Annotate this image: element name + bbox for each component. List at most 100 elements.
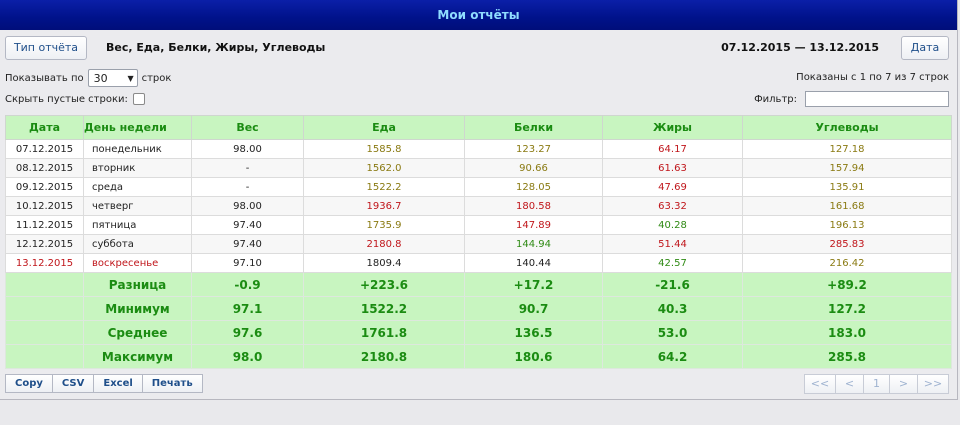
first-page-button[interactable]: << [804,374,836,394]
cell-food: 1936.7 [303,196,465,216]
summary-protein: +17.2 [464,272,603,297]
summary-label: Максимум [83,344,192,369]
cell-date: 11.12.2015 [5,215,84,235]
cell-weekday: четверг [83,196,192,216]
cell-food: 1585.8 [303,139,465,159]
report-type-button[interactable]: Тип отчёта [5,36,87,60]
cell-food: 1735.9 [303,215,465,235]
cell-weight: 97.10 [191,253,304,273]
cell-weight: 98.00 [191,196,304,216]
cell-carbs: 196.13 [742,215,952,235]
cell-carbs: 285.83 [742,234,952,254]
date-button[interactable]: Дата [901,36,949,60]
report-toolbar: Тип отчёта Вес, Еда, Белки, Жиры, Углево… [5,36,949,60]
filter-label: Фильтр: [754,93,797,105]
summary-row: Разница -0.9 +223.6 +17.2 -21.6 +89.2 [5,272,952,297]
excel-button[interactable]: Excel [93,374,143,393]
summary-carbs: 183.0 [742,320,952,345]
cell-weekday: пятница [83,215,192,235]
summary-label: Разница [83,272,192,297]
table-row[interactable]: 13.12.2015 воскресенье 97.10 1809.4 140.… [5,253,952,273]
summary-food: 1522.2 [303,296,465,321]
summary-label: Минимум [83,296,192,321]
hide-empty-label: Скрыть пустые строки: [5,93,128,105]
table-row[interactable]: 08.12.2015 вторник - 1562.0 90.66 61.63 … [5,158,952,178]
cell-food: 2180.8 [303,234,465,254]
cell-fat: 47.69 [602,177,743,197]
cell-carbs: 127.18 [742,139,952,159]
summary-spacer [5,320,84,345]
cell-carbs: 161.68 [742,196,952,216]
rows-summary: Показаны с 1 по 7 из 7 строк [796,72,949,83]
header-weight[interactable]: Вес [191,115,304,140]
summary-protein: 90.7 [464,296,603,321]
cell-weight: - [191,158,304,178]
rows-per-page-select[interactable]: 30 ▼ [87,69,138,87]
table-row[interactable]: 10.12.2015 четверг 98.00 1936.7 180.58 6… [5,196,952,216]
copy-button[interactable]: Copy [5,374,53,393]
print-button[interactable]: Печать [141,374,203,393]
filter-input[interactable] [805,91,949,107]
summary-protein: 180.6 [464,344,603,369]
table-length-controls: Показывать по 30 ▼ строк Скрыть пустые с… [5,69,171,106]
rows-per-page-value: 30 [93,71,108,85]
header-date[interactable]: Дата [5,115,84,140]
cell-date: 12.12.2015 [5,234,84,254]
next-page-button[interactable]: > [889,374,918,394]
cell-carbs: 216.42 [742,253,952,273]
cell-fat: 63.32 [602,196,743,216]
summary-spacer [5,344,84,369]
table-row[interactable]: 11.12.2015 пятница 97.40 1735.9 147.89 4… [5,215,952,235]
summary-fat: 64.2 [602,344,743,369]
summary-weight: -0.9 [191,272,304,297]
summary-weight: 98.0 [191,344,304,369]
header-food[interactable]: Еда [303,115,465,140]
cell-food: 1809.4 [303,253,465,273]
cell-protein: 90.66 [464,158,603,178]
header-carbs[interactable]: Углеводы [742,115,952,140]
date-range: 07.12.2015 — 13.12.2015 [721,41,879,54]
cell-date: 08.12.2015 [5,158,84,178]
report-window: Мои отчёты Тип отчёта Вес, Еда, Белки, Ж… [0,0,958,400]
summary-food: 1761.8 [303,320,465,345]
cell-weekday: среда [83,177,192,197]
table-row[interactable]: 12.12.2015 суббота 97.40 2180.8 144.94 5… [5,234,952,254]
cell-date: 10.12.2015 [5,196,84,216]
last-page-button[interactable]: >> [917,374,949,394]
cell-date: 13.12.2015 [5,253,84,273]
header-weekday[interactable]: День недели [83,115,192,140]
cell-weight: 97.40 [191,215,304,235]
csv-button[interactable]: CSV [51,374,95,393]
summary-food: 2180.8 [303,344,465,369]
export-buttons: Copy CSV Excel Печать [5,374,203,393]
cell-date: 07.12.2015 [5,139,84,159]
header-protein[interactable]: Белки [464,115,603,140]
cell-fat: 64.17 [602,139,743,159]
summary-carbs: 285.8 [742,344,952,369]
page-1-button[interactable]: 1 [863,374,890,394]
summary-fat: -21.6 [602,272,743,297]
prev-page-button[interactable]: < [835,374,864,394]
summary-spacer [5,296,84,321]
summary-weight: 97.6 [191,320,304,345]
cell-carbs: 157.94 [742,158,952,178]
cell-fat: 61.63 [602,158,743,178]
header-fat[interactable]: Жиры [602,115,743,140]
pagination: << < 1 > >> [804,374,949,394]
table-footer: Copy CSV Excel Печать << < 1 > >> [5,374,949,394]
hide-empty-checkbox[interactable] [132,93,145,105]
summary-fat: 53.0 [602,320,743,345]
window-title: Мои отчёты [0,0,957,30]
summary-food: +223.6 [303,272,465,297]
table-row[interactable]: 09.12.2015 среда - 1522.2 128.05 47.69 1… [5,177,952,197]
summary-protein: 136.5 [464,320,603,345]
cell-food: 1562.0 [303,158,465,178]
summary-fat: 40.3 [602,296,743,321]
cell-weekday: понедельник [83,139,192,159]
summary-weight: 97.1 [191,296,304,321]
cell-food: 1522.2 [303,177,465,197]
table-row[interactable]: 07.12.2015 понедельник 98.00 1585.8 123.… [5,139,952,159]
summary-row: Минимум 97.1 1522.2 90.7 40.3 127.2 [5,296,952,321]
cell-protein: 144.94 [464,234,603,254]
cell-protein: 123.27 [464,139,603,159]
